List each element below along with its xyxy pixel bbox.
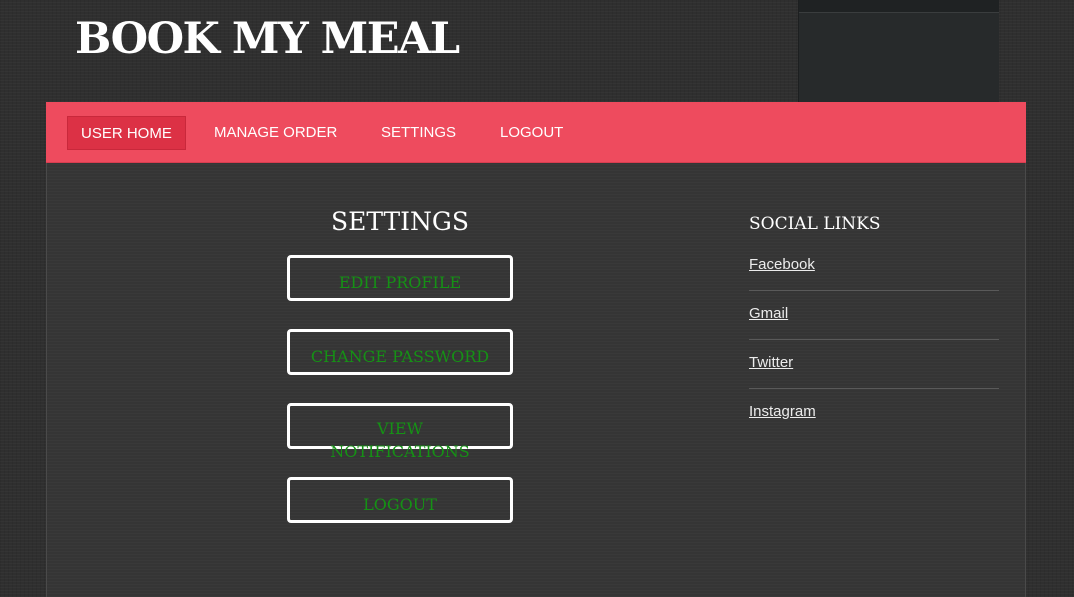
nav-item-user-home[interactable]: USER HOME [67,116,186,150]
list-item: Instagram [749,389,999,437]
settings-heading: SETTINGS [330,207,470,236]
settings-logout-button[interactable]: LOGOUT [287,477,513,523]
instagram-link[interactable]: Instagram [749,403,816,420]
view-notifications-button-label: VIEW NOTIFICATIONS [330,419,470,461]
edit-profile-button-label: EDIT PROFILE [338,273,462,292]
site-logo: BOOK MY MEAL [75,14,460,64]
change-password-button[interactable]: CHANGE PASSWORD [287,329,513,375]
edit-profile-button[interactable]: EDIT PROFILE [287,255,513,301]
header-panel-strip [799,0,999,13]
header-panel [798,0,999,102]
list-item: Facebook [749,242,999,291]
facebook-link[interactable]: Facebook [749,256,815,273]
list-item: Gmail [749,291,999,340]
main-navigation: USER HOME MANAGE ORDER SETTINGS LOGOUT [46,102,1026,163]
settings-logout-button-label: LOGOUT [363,495,437,514]
social-links-heading: SOCIAL LINKS [749,214,881,234]
view-notifications-button[interactable]: VIEW NOTIFICATIONS [287,403,513,461]
nav-item-manage-order[interactable]: MANAGE ORDER [201,116,350,150]
nav-item-logout[interactable]: LOGOUT [487,116,576,150]
twitter-link[interactable]: Twitter [749,354,793,371]
change-password-button-label: CHANGE PASSWORD [310,347,490,366]
gmail-link[interactable]: Gmail [749,305,788,322]
list-item: Twitter [749,340,999,389]
nav-item-settings[interactable]: SETTINGS [368,116,469,150]
social-links-list: Facebook Gmail Twitter Instagram [749,242,999,437]
